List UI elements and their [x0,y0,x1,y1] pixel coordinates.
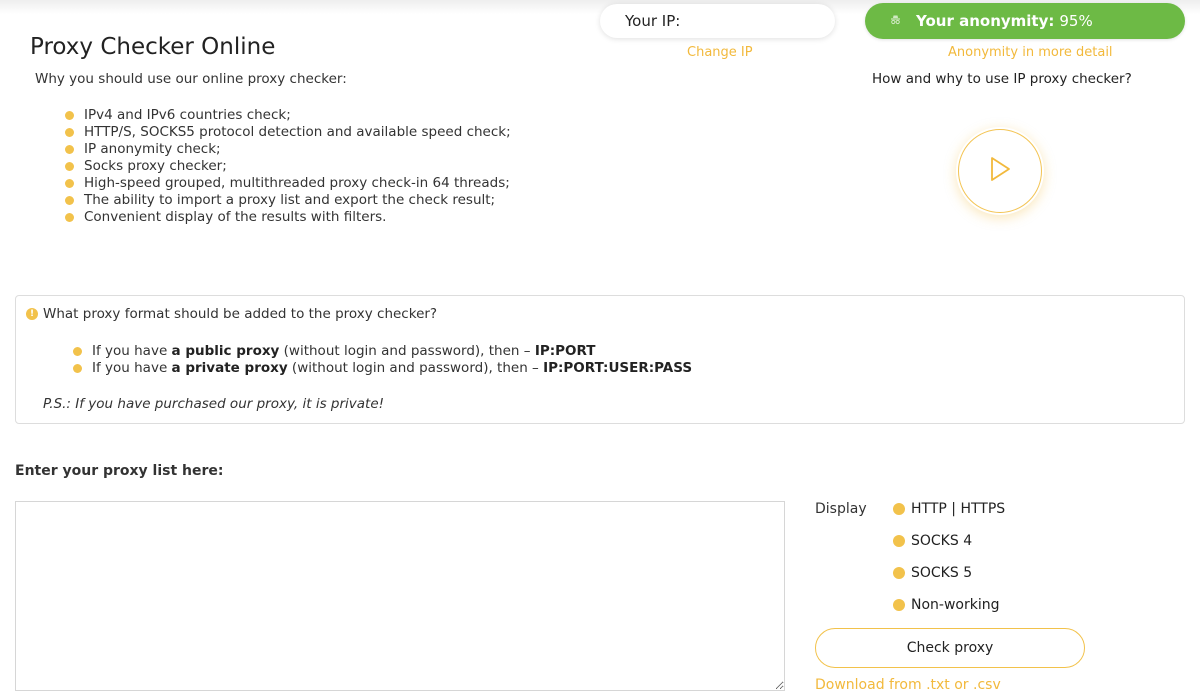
video-play-button[interactable] [956,127,1044,215]
anonymity-value: 95% [1059,12,1093,30]
private-proxy-format: If you have a private proxy (without log… [73,360,692,377]
video-heading: How and why to use IP proxy checker? [872,71,1132,87]
display-filters: HTTP | HTTPS SOCKS 4 SOCKS 5 Non-working [893,501,1005,629]
filter-non-working[interactable]: Non-working [893,597,1005,613]
display-label: Display [815,501,867,517]
play-icon [987,155,1013,187]
private-format-value: IP:PORT:USER:PASS [543,360,693,376]
format-list: If you have a public proxy (without logi… [73,343,692,377]
public-post: (without login and password), then – [279,343,535,359]
check-proxy-button[interactable]: Check proxy [815,628,1085,668]
feature-item: IP anonymity check; [65,141,511,158]
filter-dot [893,599,905,611]
feature-item: IPv4 and IPv6 countries check; [65,107,511,124]
filter-label: SOCKS 4 [911,533,973,549]
feature-item: Socks proxy checker; [65,158,511,175]
private-pre: If you have [92,360,172,376]
anonymity-button[interactable]: Your anonymity: 95% [865,3,1185,39]
proxy-format-info: ! What proxy format should be added to t… [15,295,1185,424]
filter-socks5[interactable]: SOCKS 5 [893,565,1005,581]
public-format-value: IP:PORT [534,343,596,359]
filter-dot [893,567,905,579]
private-strong: a private proxy [171,360,288,376]
filter-dot [893,535,905,547]
proxy-list-input[interactable] [15,501,785,691]
private-post: (without login and password), then – [287,360,544,376]
feature-item: The ability to import a proxy list and e… [65,192,511,209]
page-title: Proxy Checker Online [30,34,276,60]
anonymity-label: Your anonymity: [916,12,1055,30]
format-question-row: ! What proxy format should be added to t… [26,306,437,322]
filter-dot [893,503,905,515]
public-strong: a public proxy [171,343,280,359]
filter-label: SOCKS 5 [911,565,973,581]
filter-label: HTTP | HTTPS [911,501,1006,517]
filter-socks4[interactable]: SOCKS 4 [893,533,1005,549]
warning-icon: ! [26,308,38,320]
feature-item: HTTP/S, SOCKS5 protocol detection and av… [65,124,511,141]
anonymity-detail-link[interactable]: Anonymity in more detail [948,45,1113,60]
features-list: IPv4 and IPv6 countries check; HTTP/S, S… [65,107,511,226]
filter-http-https[interactable]: HTTP | HTTPS [893,501,1005,517]
public-pre: If you have [92,343,172,359]
public-proxy-format: If you have a public proxy (without logi… [73,343,692,360]
play-ring [958,129,1042,213]
ip-value-redacted [688,9,810,29]
features-intro: Why you should use our online proxy chec… [35,71,347,87]
feature-item: Convenient display of the results with f… [65,209,511,226]
feature-item: High-speed grouped, multithreaded proxy … [65,175,511,192]
spy-icon [889,13,902,30]
change-ip-link[interactable]: Change IP [687,45,753,60]
your-ip-label: Your IP: [625,12,681,30]
download-link[interactable]: Download from .txt or .csv [815,677,1001,693]
format-question: What proxy format should be added to the… [43,306,438,322]
proxy-list-label: Enter your proxy list here: [15,463,224,479]
filter-label: Non-working [911,597,1000,613]
ps-note: P.S.: If you have purchased our proxy, i… [43,396,385,412]
